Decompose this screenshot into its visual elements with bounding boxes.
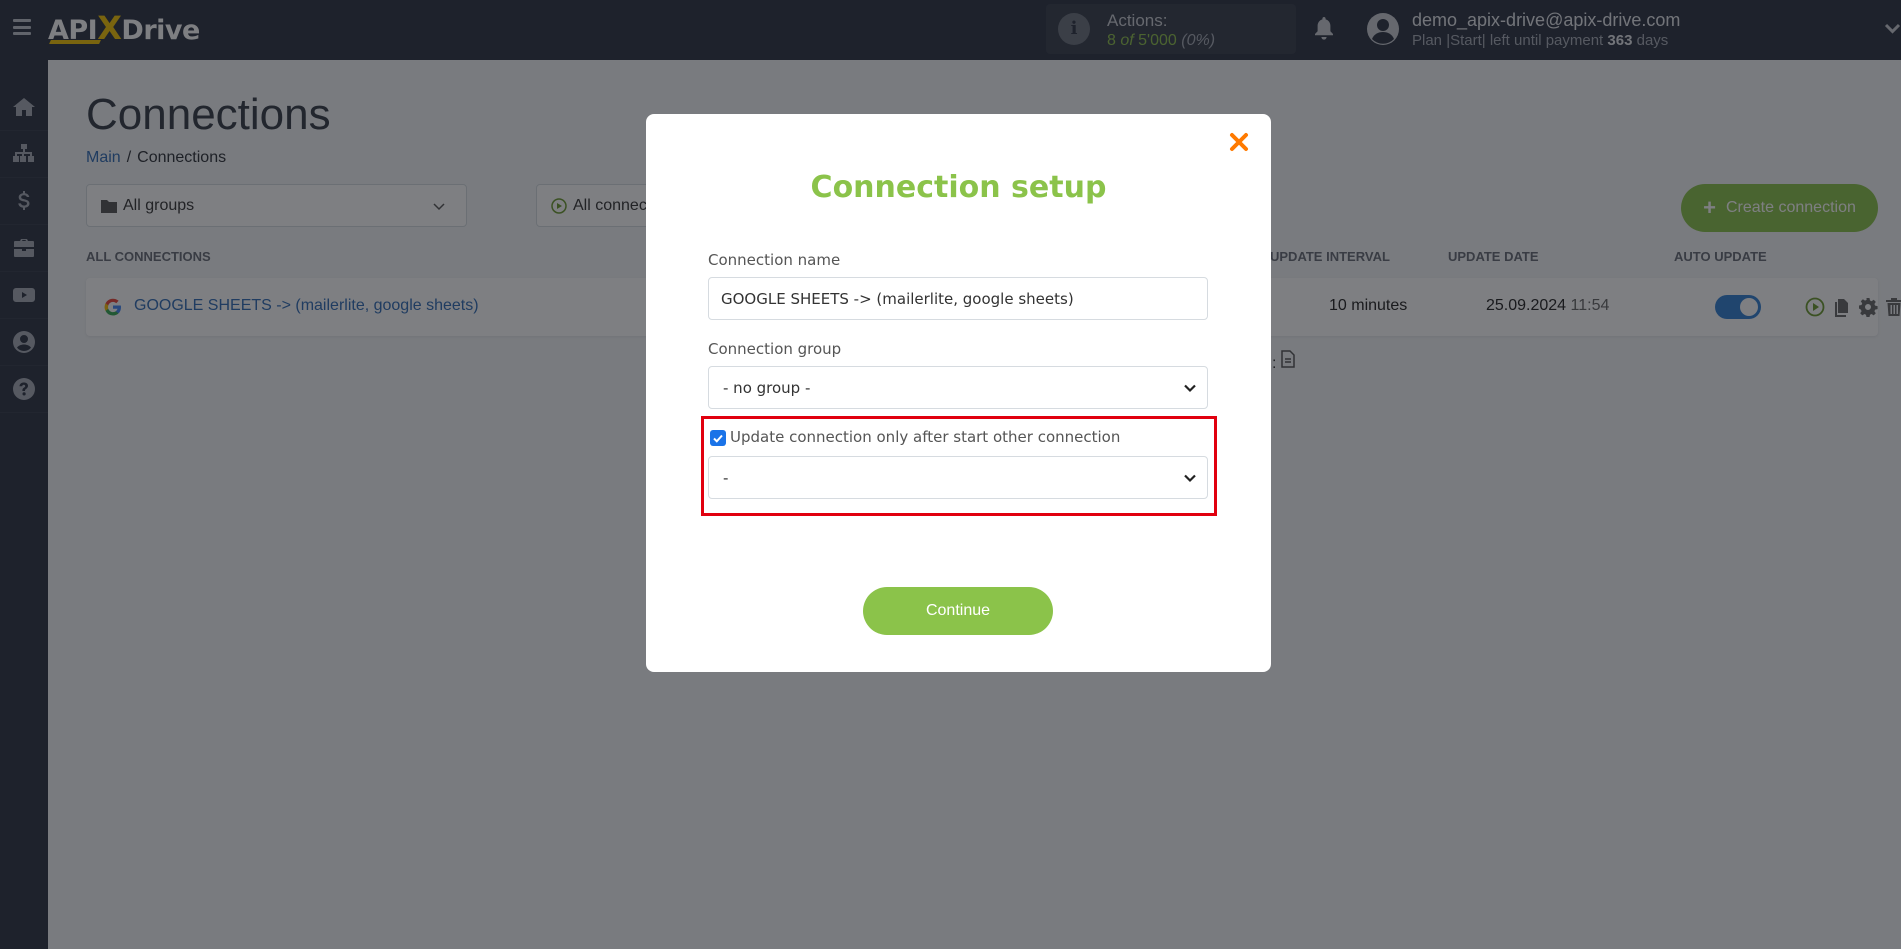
dependency-checkbox[interactable] [710, 430, 726, 446]
close-icon[interactable] [1227, 130, 1251, 154]
checkmark-icon [713, 434, 723, 443]
chevron-down-icon [1184, 474, 1196, 483]
connection-group-select[interactable]: - no group - [708, 366, 1208, 409]
modal-backdrop-top [0, 0, 1901, 60]
dependency-connection-value: - [723, 468, 729, 487]
connection-group-label: Connection group [708, 340, 842, 358]
dependency-connection-select[interactable]: - [708, 456, 1208, 499]
modal-title: Connection setup [810, 170, 1107, 205]
connection-setup-modal: Connection setup Connection name Connect… [646, 114, 1271, 672]
dependency-checkbox-label[interactable]: Update connection only after start other… [730, 428, 1120, 446]
connection-name-label: Connection name [708, 251, 841, 269]
modal-backdrop-side [0, 60, 48, 949]
chevron-down-icon [1184, 384, 1196, 393]
continue-button[interactable]: Continue [863, 587, 1053, 635]
connection-name-input[interactable] [708, 277, 1208, 320]
connection-group-value: - no group - [723, 378, 811, 397]
